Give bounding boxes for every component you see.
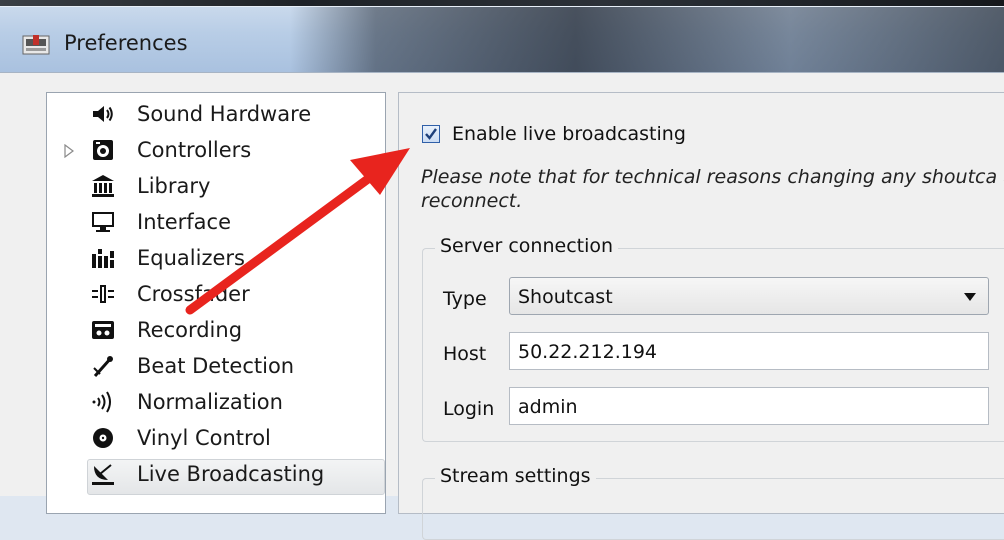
speaker-icon [91, 102, 115, 126]
sidebar-item-controllers[interactable]: Controllers [47, 133, 385, 167]
sidebar-item-library[interactable]: Library [47, 169, 385, 203]
monitor-icon [91, 210, 115, 234]
sidebar-item-recording[interactable]: Recording [47, 313, 385, 347]
server-connection-group: Server connection Type Shoutcast Host 50… [422, 235, 1004, 442]
sidebar-item-live-broadcasting[interactable]: Live Broadcasting [47, 457, 385, 495]
sidebar-item-label: Crossfader [137, 282, 250, 306]
sidebar-item-crossfader[interactable]: Crossfader [47, 277, 385, 311]
sidebar-item-label: Normalization [137, 390, 283, 414]
sidebar-item-label: Sound Hardware [137, 102, 312, 126]
sidebar-item-vinyl-control[interactable]: Vinyl Control [47, 421, 385, 455]
window-title-bar[interactable]: Preferences [0, 6, 1004, 73]
host-label: Host [443, 343, 487, 365]
mixer-app-icon [22, 33, 50, 57]
checkmark-icon [425, 128, 437, 140]
server-type-value: Shoutcast [518, 286, 613, 308]
window-title: Preferences [64, 31, 188, 55]
enable-broadcasting-checkbox[interactable] [422, 125, 440, 143]
sidebar-item-label: Equalizers [137, 246, 245, 270]
preferences-client-area: Sound Hardware Controllers Library Inter… [0, 72, 1004, 540]
host-input[interactable]: 50.22.212.194 [509, 332, 989, 370]
sidebar-item-sound-hardware[interactable]: Sound Hardware [47, 97, 385, 131]
login-input[interactable]: admin [509, 387, 989, 425]
recording-icon [91, 318, 115, 342]
beat-detection-icon [91, 354, 115, 378]
library-icon [91, 174, 115, 198]
stream-settings-group: Stream settings [422, 465, 1004, 540]
title-bar-glass [290, 7, 1004, 73]
sidebar-item-label: Vinyl Control [137, 426, 271, 450]
sidebar-item-label: Beat Detection [137, 354, 295, 378]
technical-note: Please note that for technical reasons c… [421, 166, 1004, 212]
sidebar-item-label: Recording [137, 318, 243, 342]
sidebar-item-equalizers[interactable]: Equalizers [47, 241, 385, 275]
enable-broadcasting-row[interactable]: Enable live broadcasting [422, 123, 686, 145]
normalization-icon [91, 390, 115, 414]
login-label: Login [443, 398, 495, 420]
server-connection-title: Server connection [435, 235, 619, 257]
sidebar-item-beat-detection[interactable]: Beat Detection [47, 349, 385, 383]
sidebar-item-label: Library [137, 174, 211, 198]
crossfader-icon [91, 282, 115, 306]
sidebar-item-interface[interactable]: Interface [47, 205, 385, 239]
live-broadcasting-panel: Enable live broadcasting Please note tha… [398, 92, 1004, 540]
login-value: admin [518, 396, 578, 418]
satellite-dish-icon [91, 462, 115, 486]
dropdown-arrow-icon[interactable] [964, 293, 976, 301]
enable-broadcasting-label[interactable]: Enable live broadcasting [452, 123, 686, 145]
sidebar-item-label: Live Broadcasting [137, 462, 325, 486]
server-type-select[interactable]: Shoutcast [509, 277, 989, 315]
sidebar-item-normalization[interactable]: Normalization [47, 385, 385, 419]
preferences-nav-tree[interactable]: Sound Hardware Controllers Library Inter… [46, 92, 386, 514]
controller-icon [91, 138, 115, 162]
vinyl-icon [91, 426, 115, 450]
sidebar-item-label: Controllers [137, 138, 252, 162]
sidebar-item-label: Interface [137, 210, 232, 234]
type-label: Type [443, 288, 487, 310]
stream-settings-title: Stream settings [435, 465, 596, 487]
expand-arrow-icon[interactable] [63, 143, 75, 159]
equalizer-icon [91, 246, 115, 270]
host-value: 50.22.212.194 [518, 341, 658, 363]
